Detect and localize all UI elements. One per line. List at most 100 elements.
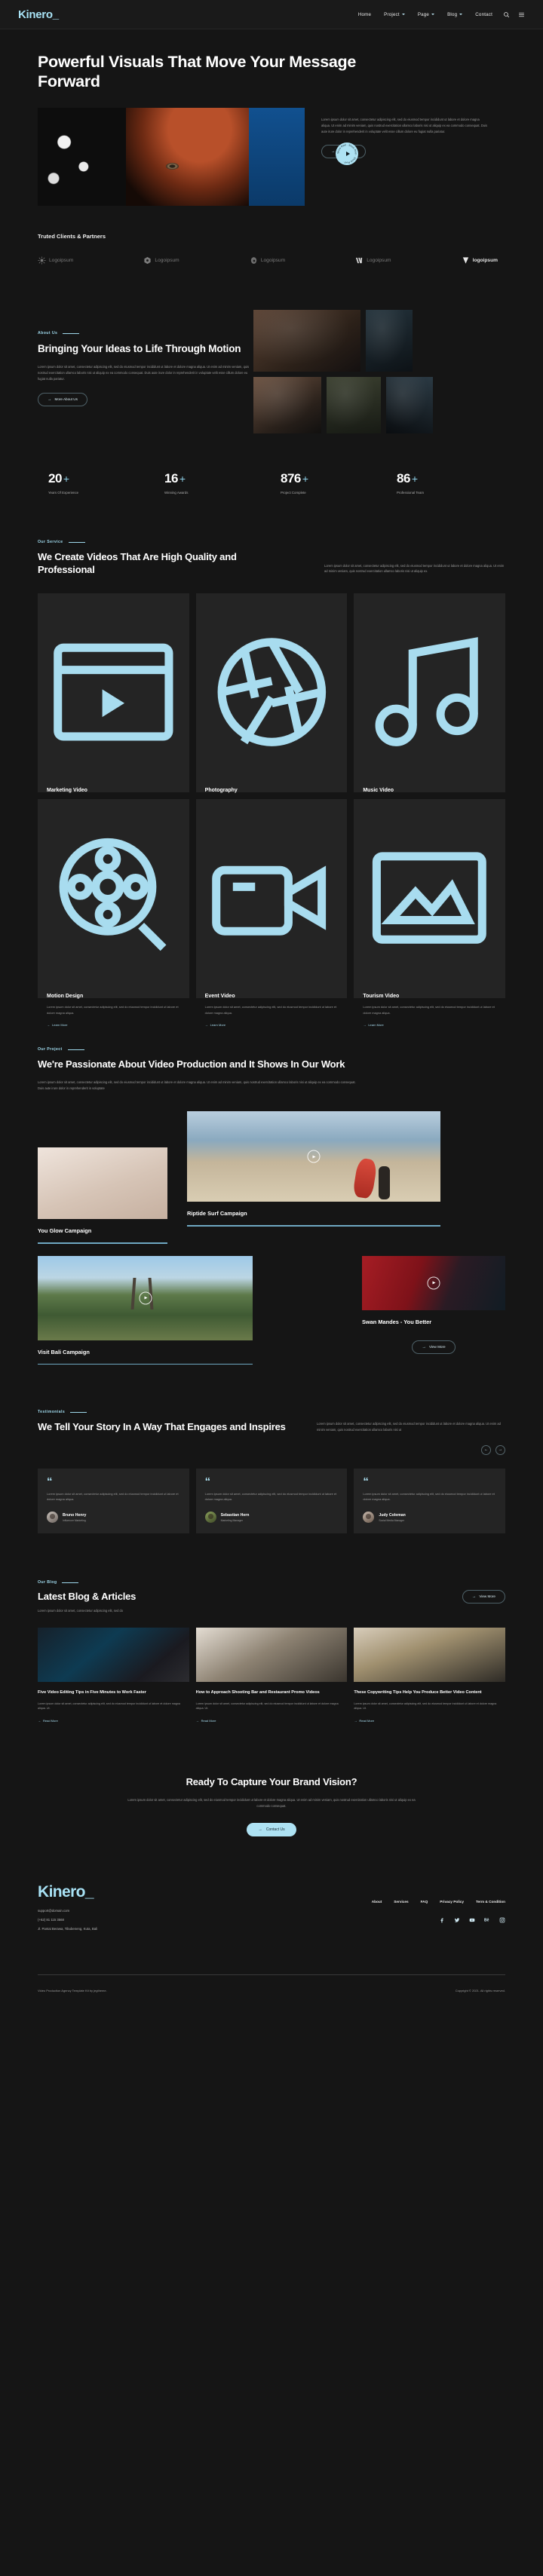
footer-logo[interactable]: Kinero_ [38,1883,97,1901]
footer-email[interactable]: support@domain.com [38,1909,97,1913]
testimonial-quote: Lorem ipsum dolor sit amet, consectetur … [363,1491,495,1502]
arrow-right-icon: → [204,1022,208,1027]
clients-title: Truted Clients & Partners [38,233,106,240]
footer-link-faq[interactable]: FAQ [421,1900,428,1904]
client-logo: Logoipsum [38,256,73,265]
stats-section: 20 + Years Of Experience 16 + Winning Awar… [38,471,505,495]
nav-item-page[interactable]: Page [418,12,435,17]
project-title: You Glow Campaign [38,1227,92,1235]
facebook-icon[interactable] [439,1917,445,1923]
arrow-right-icon: → [48,397,52,402]
footer-divider [38,1974,505,1975]
footer-nav: About Services FAQ Privacy Policy Term &… [302,1883,505,1904]
project-title: Riptide Surf Campaign [187,1210,247,1218]
testimonial-next-button[interactable]: → [495,1444,505,1455]
service-learn-more-link[interactable]: →Learn More [363,1023,383,1027]
project-image-you-glow[interactable] [38,1147,167,1220]
blog-read-more-link[interactable]: → Read More [354,1719,374,1723]
showreel-ring-text: Show Reel · Show Reel · Show Reel · [336,143,357,164]
label-rule [68,541,85,543]
service-card-photography[interactable]: Photography Lorem ipsum dolor sit amet, … [195,593,348,821]
service-card-music-video[interactable]: Music Video Lorem ipsum dolor sit amet, … [354,593,505,821]
youtube-icon[interactable] [469,1917,475,1923]
sunburst-logo-icon [38,256,46,265]
stat-value: 876 [281,471,301,486]
button-label: More About Us [54,397,78,402]
footer-address: Jl. Pantai Berawa, Tibubeneng, Kuta, Bal… [38,1926,98,1931]
testimonial-role: Marketing Manager [220,1518,243,1522]
blog-read-more-link[interactable]: → Read More [38,1719,58,1723]
button-label: View More [428,1345,446,1349]
testimonial-prev-button[interactable]: ← [481,1444,491,1455]
link-label: Learn More [52,1022,68,1027]
behance-icon[interactable]: Bē [484,1917,490,1923]
testimonial-card: “ Lorem ipsum dolor sit amet, consectetu… [195,1468,348,1534]
stat-value: 86 [397,471,410,486]
stat-value: 20 [48,471,62,486]
link-label: Read More [43,1718,58,1723]
nav-item-project[interactable]: Project [384,12,405,17]
blog-card[interactable]: These Copywriting Tips Help You Produce … [354,1628,505,1725]
testimonial-role: Social Media Manager [379,1518,405,1522]
cta-title: Ready To Capture Your Brand Vision? [186,1775,357,1787]
client-logo: Logoipsum [143,256,179,265]
footer-link-about[interactable]: About [372,1900,382,1904]
project-image-swan-mandes[interactable] [362,1255,505,1310]
testimonial-card: “ Lorem ipsum dolor sit amet, consectetu… [354,1468,505,1534]
nav-item-home[interactable]: Home [358,12,371,17]
hamburger-menu-icon[interactable] [518,11,525,18]
service-learn-more-link[interactable]: →Learn More [205,1023,225,1027]
client-logo: Logoipsum [250,256,285,265]
project-image-visit-bali[interactable] [38,1255,253,1340]
service-learn-more-link[interactable]: →Learn More [47,1023,67,1027]
section-label-text: Our Blog [38,1580,57,1585]
client-logo-label: Logoipsum [367,258,391,264]
avatar [204,1512,216,1524]
service-card-marketing-video[interactable]: Marketing Video Lorem ipsum dolor sit am… [38,593,189,821]
testimonials-grid: “ Lorem ipsum dolor sit amet, consectetu… [38,1468,505,1534]
clients-section: Truted Clients & Partners Logoipsum Logo… [38,233,505,265]
footer-link-privacy-policy[interactable]: Privacy Policy [440,1900,464,1904]
link-label: Learn More [210,1022,226,1027]
svg-text:Show Reel · Show Reel · Show R: Show Reel · Show Reel · Show Reel · [336,143,357,164]
nav-label: Home [357,11,372,17]
quote-icon: “ [204,1475,211,1488]
about-paragraph: Lorem ipsum dolor sit amet, consectetur … [38,364,250,381]
service-card-tourism-video[interactable]: Tourism Video Lorem ipsum dolor sit amet… [354,799,505,1027]
projects-view-more-button[interactable]: → View More [412,1340,456,1354]
footer-link-services[interactable]: Services [394,1900,408,1904]
testimonial-role: Influencer Marketing [63,1518,86,1522]
service-text: Lorem ipsum dolor sit amet, consectetur … [47,1005,179,1015]
project-play-button[interactable] [139,1291,152,1305]
arrow-right-icon: → [38,1718,41,1723]
blog-card[interactable]: How to Approach Shooting Bar and Restaur… [195,1628,348,1725]
blog-card[interactable]: Five Video Editing Tips in Five Minutes … [38,1628,189,1725]
blog-view-more-button[interactable]: → View More [462,1589,505,1603]
contact-us-button[interactable]: → Contact Us [247,1822,296,1836]
showreel-badge[interactable]: Show Reel · Show Reel · Show Reel · [336,142,358,165]
project-play-button[interactable] [427,1276,440,1290]
nav-item-contact[interactable]: Contact [475,12,492,17]
twitter-icon[interactable] [454,1917,460,1923]
about-title: Bringing Your Ideas to Life Through Moti… [38,343,241,355]
project-image-riptide-surf[interactable] [187,1111,440,1202]
footer-phone[interactable]: (+62) 81 115 3568 [38,1918,97,1922]
more-about-us-button[interactable]: → More About Us [38,392,87,406]
stat-plus: + [302,473,308,485]
project-title: Visit Bali Campaign [38,1348,90,1355]
service-card-motion-design[interactable]: Motion Design Lorem ipsum dolor sit amet… [38,799,189,1027]
project-play-button[interactable] [307,1150,321,1163]
footer-link-term-condition[interactable]: Term & Condition [476,1900,505,1904]
projects-section: Our Project We're Passionate About Video… [38,1047,505,1365]
section-label-text: Our Project [38,1047,63,1052]
instagram-icon[interactable] [499,1917,505,1923]
testimonial-name: Bruno Henry [63,1512,87,1518]
services-paragraph: Lorem ipsum dolor sit amet, consectetur … [324,563,505,574]
client-logo: logoipsum [462,256,498,265]
section-label-text: About Us [38,331,58,336]
site-logo[interactable]: Kinero_ [18,8,59,21]
service-card-event-video[interactable]: Event Video Lorem ipsum dolor sit amet, … [195,799,348,1027]
search-icon[interactable] [503,11,510,18]
nav-item-blog[interactable]: Blog [447,12,463,17]
blog-read-more-link[interactable]: → Read More [196,1719,216,1723]
